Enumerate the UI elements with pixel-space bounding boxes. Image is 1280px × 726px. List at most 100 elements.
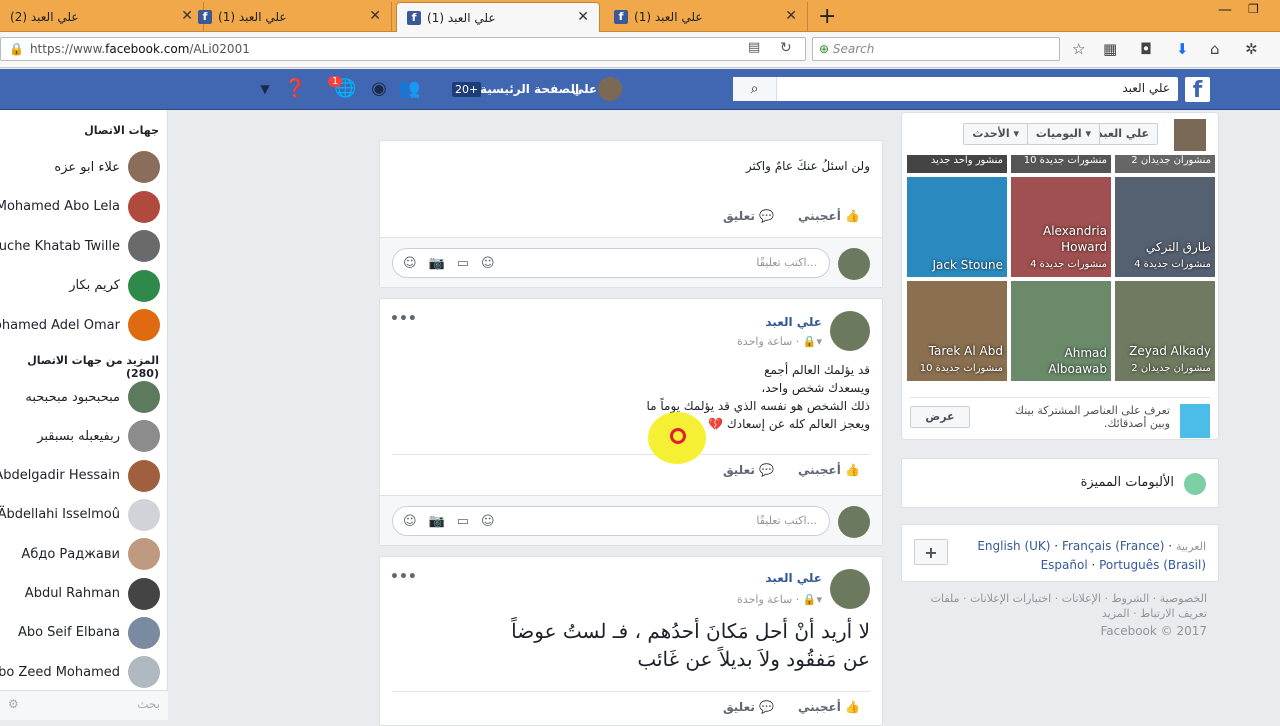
friend-story-tile[interactable]: Alexandria Howard 4 منشورات جديدة (1011, 177, 1111, 277)
chat-contact[interactable]: Touche Khatab Twille (0, 227, 168, 265)
close-tab-icon[interactable]: ✕ (577, 9, 589, 25)
browser-tab[interactable]: f علي العبد (1) ✕ (188, 2, 392, 32)
like-button[interactable]: أعجبني 👍 (798, 463, 860, 477)
story-caption: Jack Stoune (932, 258, 1003, 272)
post-timestamp[interactable]: ساعة واحدة · 🔒▾ (737, 593, 822, 606)
feed-post: علي العبد ساعة واحدة · 🔒▾ ••• قد يؤلمك ا… (379, 298, 883, 546)
feed-post: ولن اسئلُ عنكَ عامٌ واكثر أعجبني 👍 تعليق… (379, 140, 883, 288)
extension-icon[interactable]: ✲ (1245, 40, 1258, 58)
avatar (128, 309, 160, 341)
comment-bar: ☺📷▭☺ اكتب تعليقًا... (380, 495, 882, 545)
post-timestamp[interactable]: ساعة واحدة · 🔒▾ (737, 335, 822, 348)
chat-contact[interactable]: Abdul Rahman (0, 575, 168, 613)
home-link[interactable]: الصفحة الرئيسية (480, 82, 579, 96)
contact-name: Abo Seif Elbana (17, 625, 120, 641)
close-tab-icon[interactable]: ✕ (369, 8, 381, 24)
browser-search-input[interactable]: ⊕ Search (812, 37, 1060, 61)
chat-contact[interactable]: Mohamed Adel Omar (0, 306, 168, 344)
friend-requests-icon[interactable]: 👥 (398, 78, 420, 100)
download-icon[interactable]: ⬇ (1176, 40, 1189, 58)
chat-contact[interactable]: Abdelgadir Hessain (0, 457, 168, 495)
settings-icon[interactable]: ⚙ (8, 697, 19, 711)
friend-story-tile[interactable]: Tarek Al Abd 10 منشورات جديدة (907, 281, 1007, 381)
bookmark-star-icon[interactable]: ☆ (1072, 40, 1085, 58)
avatar[interactable] (598, 77, 622, 101)
suggest-row: تعرف على العناصر المشتركة بينك وبين أصدق… (910, 397, 1210, 438)
language-link[interactable]: Português (Brasil) (1099, 558, 1206, 572)
comment-button[interactable]: تعليق 💬 (723, 463, 774, 477)
close-tab-icon[interactable]: ✕ (785, 8, 797, 24)
browser-tab[interactable]: f علي العبد (1) ✕ (604, 2, 808, 32)
friends-icon (1180, 404, 1210, 438)
chat-contact[interactable]: Äbdellahi Isselmoû (0, 496, 168, 534)
library-icon[interactable]: ▦ (1103, 40, 1117, 58)
language-link[interactable]: English (UK) (977, 539, 1050, 553)
chat-contact[interactable]: كريم بكار (0, 267, 168, 305)
pocket-icon[interactable]: ◘ (1140, 40, 1152, 58)
avatar[interactable] (830, 311, 870, 351)
contact-name: علاء ابو عزه (54, 159, 120, 175)
post-text: لا أريد أنْ أحل مَكانَ أحدُهم ، فـ لستُ … (511, 619, 870, 671)
account-menu-chevron-down-icon[interactable]: ▼ (254, 78, 276, 100)
feed-post: علي العبد ساعة واحدة · 🔒▾ ••• لا أريد أن… (379, 556, 883, 726)
like-button[interactable]: أعجبني 👍 (798, 700, 860, 714)
post-author[interactable]: علي العبد (765, 315, 822, 329)
friend-story-tile[interactable]: Ahmad Alboawab (1011, 281, 1111, 381)
add-language-button[interactable]: + (914, 539, 948, 565)
comment-emoji-icons[interactable]: ☺📷▭☺ (403, 514, 507, 529)
comment-button[interactable]: تعليق 💬 (723, 700, 774, 714)
browser-tab[interactable]: علي العبد (2) ✕ (0, 2, 204, 32)
like-button[interactable]: أعجبني 👍 (798, 209, 860, 223)
post-author[interactable]: علي العبد (765, 571, 822, 585)
language-link[interactable]: Español (1041, 558, 1088, 572)
reload-icon[interactable]: ↻ (780, 40, 792, 56)
search-button[interactable]: ⌕ (733, 77, 777, 101)
chat-contact[interactable]: Mohamed Abo Lela (0, 188, 168, 226)
avatar (128, 230, 160, 262)
language-link[interactable]: Français (France) (1062, 539, 1165, 553)
facebook-logo-icon[interactable]: f (1185, 77, 1210, 103)
help-icon[interactable]: ❓ (284, 78, 306, 100)
post-options-icon[interactable]: ••• (390, 569, 417, 585)
filter-latest-dropdown[interactable]: الأحدث ▾ (963, 123, 1028, 145)
chat-contact[interactable]: ربفيعبله بسبقبر (0, 417, 168, 455)
post-options-icon[interactable]: ••• (390, 311, 417, 327)
new-tab-button[interactable]: + (818, 4, 836, 29)
filter-diaries-dropdown[interactable]: اليوميات ▾ (1026, 123, 1100, 145)
restore-window-icon[interactable]: ❐ (1248, 2, 1259, 16)
chat-contact[interactable]: Abo Zeed Mohamed (0, 653, 168, 691)
url-bar[interactable]: 🔒 https://www. facebook.com /ALi02001 (0, 37, 806, 61)
chat-contact[interactable]: Абдо Раджави (0, 535, 168, 573)
post-actions: أعجبني 👍 تعليق 💬 (392, 691, 870, 721)
copyright: Facebook © 2017 (1100, 624, 1207, 638)
contact-name: Abdul Rahman (24, 586, 120, 601)
facebook-search-input[interactable]: علي العبد (733, 77, 1178, 101)
chat-contact[interactable]: علاء ابو عزه (0, 148, 168, 186)
reader-view-icon[interactable]: ▤ (748, 40, 760, 55)
search-icon: ⌕ (750, 81, 759, 97)
featured-albums-card[interactable]: الألبومات المميزة (901, 458, 1219, 508)
comment-input[interactable]: ☺📷▭☺ اكتب تعليقًا... (392, 506, 830, 536)
albums-title: الألبومات المميزة (1080, 475, 1174, 490)
comment-input[interactable]: ☺📷▭☺ اكتب تعليقًا... (392, 248, 830, 278)
browser-tab-bar: علي العبد (2) ✕ f علي العبد (1) ✕ f علي … (0, 0, 1280, 32)
view-button[interactable]: عرض (910, 406, 970, 428)
home-icon[interactable]: ⌂ (1210, 40, 1220, 58)
footer-links[interactable]: الخصوصية · الشروط · الإعلانات · اختيارات… (901, 592, 1207, 605)
comment-emoji-icons[interactable]: ☺📷▭☺ (403, 256, 507, 271)
chat-contact[interactable]: Abo Seif Elbana (0, 614, 168, 652)
contact-name: Mohamed Abo Lela (0, 199, 120, 214)
minimize-icon[interactable]: — (1218, 2, 1232, 18)
footer-links[interactable]: تعريف الارتباط · المزيد (901, 607, 1207, 620)
chat-contact[interactable]: مبحبحبود مبحبحبه (0, 378, 168, 416)
chat-search-input[interactable]: ⚙ بحث (0, 690, 168, 720)
friend-story-tile[interactable]: طارق التركي 4 منشورات جديدة (1115, 177, 1215, 277)
tab-label: علي العبد (1) (427, 10, 496, 25)
friend-story-tile[interactable]: Jack Stoune (907, 177, 1007, 277)
messenger-icon[interactable]: ◉ (368, 78, 390, 100)
browser-tab-active[interactable]: f علي العبد (1) ✕ (396, 2, 600, 32)
tab-label: علي العبد (1) (218, 10, 287, 24)
comment-button[interactable]: تعليق 💬 (723, 209, 774, 223)
avatar[interactable] (830, 569, 870, 609)
friend-story-tile[interactable]: Zeyad Alkady 2 منشوران جديدان (1115, 281, 1215, 381)
